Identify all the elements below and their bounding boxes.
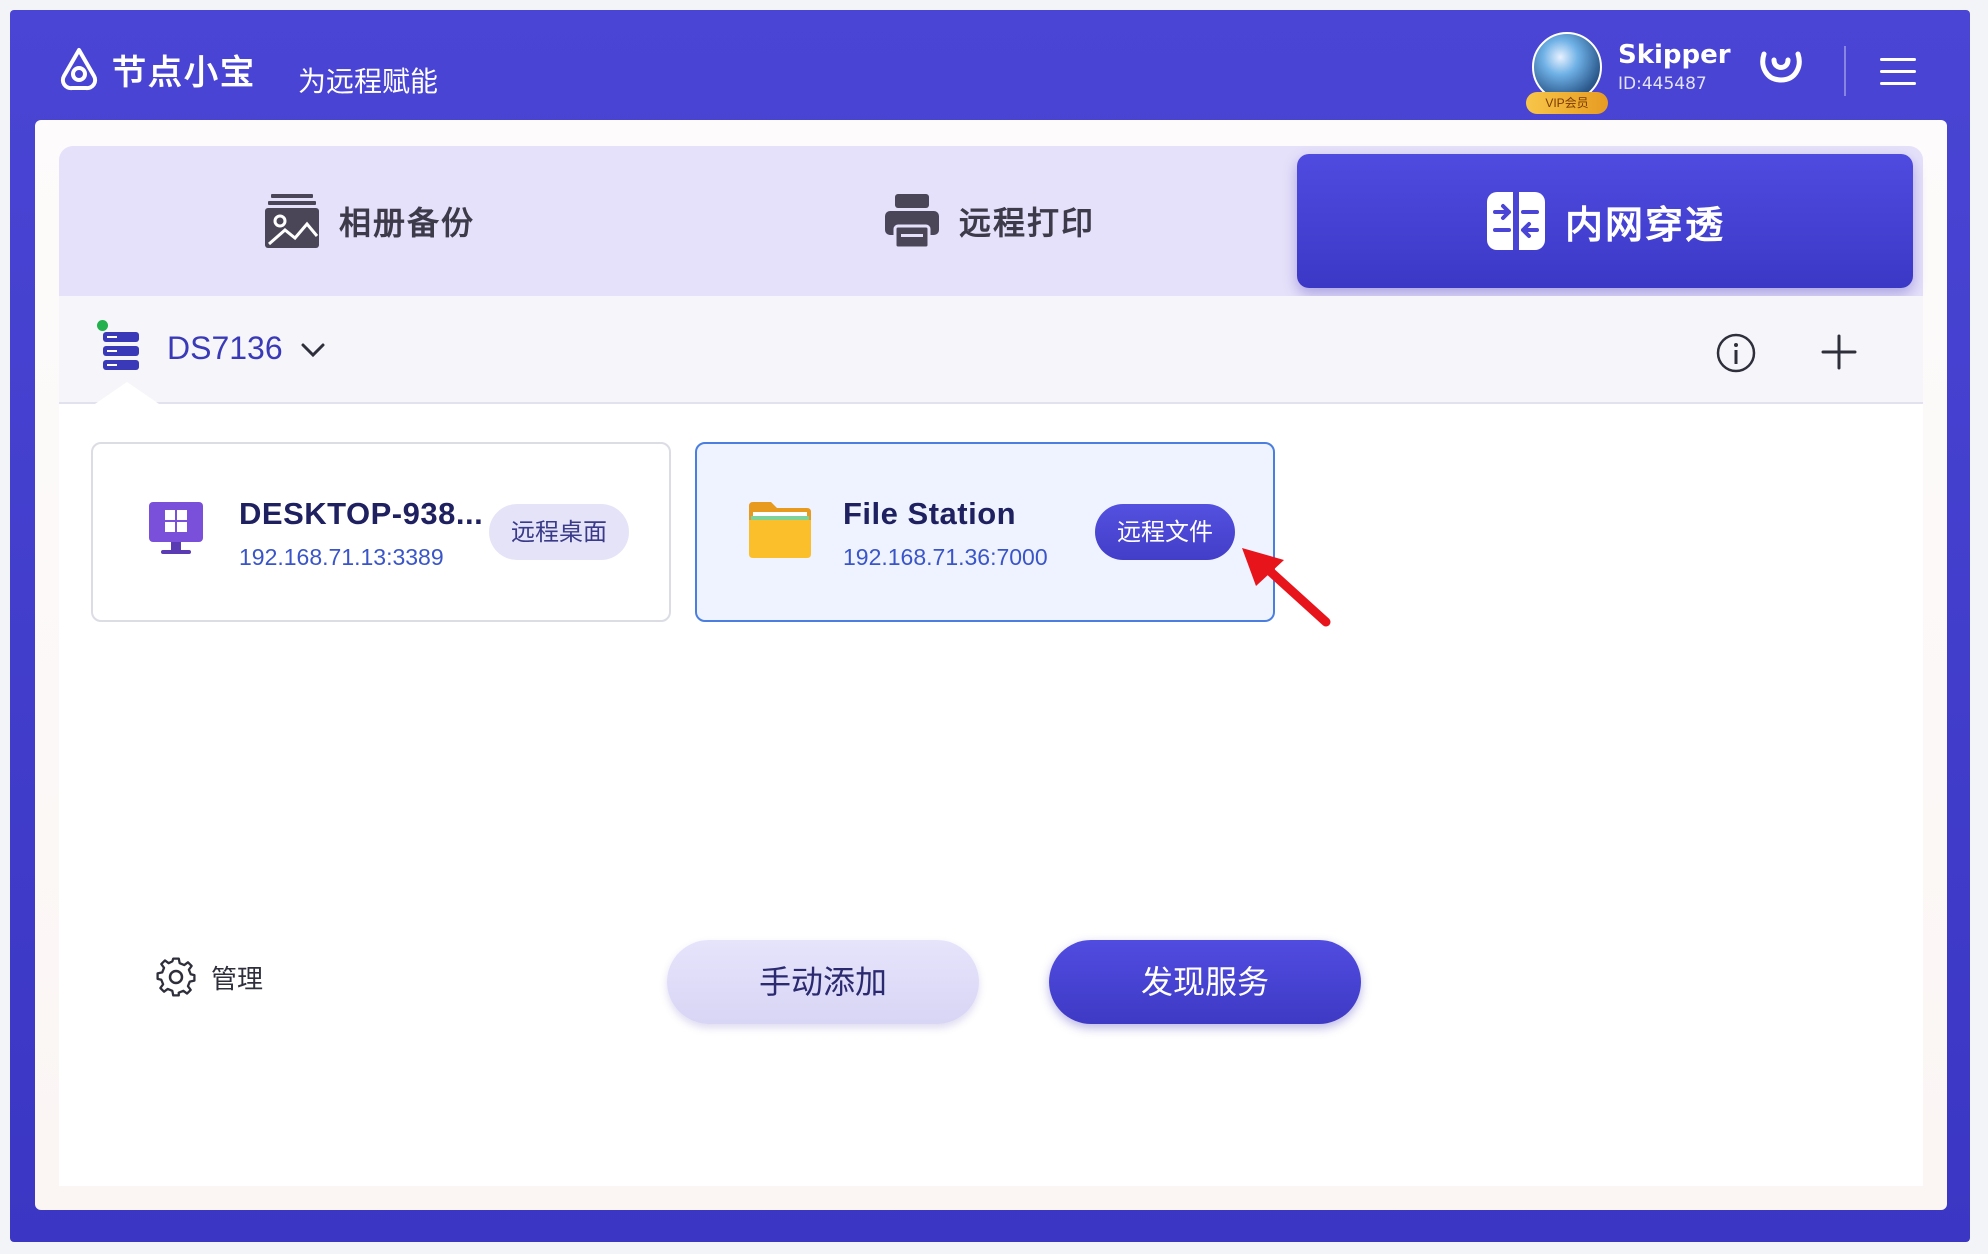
app-logo: 节点小宝 bbox=[54, 44, 256, 94]
content-area: DS7136 DESKTOP-938... 192.168.71.13:3389… bbox=[59, 296, 1923, 1186]
user-profile[interactable]: VIP会员 Skipper ID:445487 bbox=[1526, 32, 1731, 114]
app-window: 节点小宝 为远程赋能 VIP会员 Skipper ID:445487 相册备份 … bbox=[10, 10, 1970, 1242]
online-status-dot bbox=[97, 320, 108, 331]
photo-album-icon bbox=[264, 194, 319, 248]
tab-remote-print[interactable]: 远程打印 bbox=[679, 146, 1299, 296]
user-info: Skipper ID:445487 bbox=[1618, 40, 1731, 94]
windows-desktop-icon bbox=[149, 502, 203, 554]
discover-services-button[interactable]: 发现服务 bbox=[1049, 940, 1361, 1024]
red-arrow-annotation bbox=[1242, 548, 1331, 627]
service-card-file-station[interactable]: File Station 192.168.71.36:7000 远程文件 bbox=[695, 442, 1275, 622]
title-bar: 节点小宝 为远程赋能 VIP会员 Skipper ID:445487 bbox=[10, 10, 1970, 120]
service-address: 192.168.71.36:7000 bbox=[843, 544, 1048, 570]
logo-icon bbox=[60, 48, 98, 91]
user-name: Skipper bbox=[1618, 40, 1731, 70]
tunnel-icon bbox=[1486, 192, 1545, 250]
gear-icon bbox=[156, 957, 196, 997]
service-card-desktop[interactable]: DESKTOP-938... 192.168.71.13:3389 远程桌面 bbox=[91, 442, 671, 622]
device-bar: DS7136 bbox=[59, 296, 1923, 404]
main-panel: 相册备份 远程打印 内网穿透 DS7136 DESKTOP-938... 192… bbox=[35, 120, 1947, 1210]
tab-label: 内网穿透 bbox=[1564, 202, 1725, 247]
info-icon[interactable] bbox=[1715, 332, 1757, 374]
vip-badge: VIP会员 bbox=[1526, 92, 1608, 114]
tab-photo-backup[interactable]: 相册备份 bbox=[59, 146, 679, 296]
app-name: 节点小宝 bbox=[112, 52, 256, 93]
user-id: ID:445487 bbox=[1618, 74, 1707, 94]
add-icon[interactable] bbox=[1819, 332, 1859, 372]
printer-icon bbox=[884, 194, 939, 250]
manage-label: 管理 bbox=[211, 964, 264, 995]
selector-notch bbox=[95, 382, 159, 404]
tab-intranet-penetration[interactable]: 内网穿透 bbox=[1297, 154, 1913, 288]
remote-file-button[interactable]: 远程文件 bbox=[1095, 504, 1235, 560]
avatar[interactable]: VIP会员 bbox=[1526, 32, 1608, 114]
app-slogan: 为远程赋能 bbox=[298, 65, 439, 98]
manage-button[interactable]: 管理 bbox=[155, 956, 263, 998]
remote-desktop-button[interactable]: 远程桌面 bbox=[489, 504, 629, 560]
tab-bar: 相册备份 远程打印 内网穿透 bbox=[59, 146, 1923, 296]
divider bbox=[1844, 46, 1846, 96]
tab-label: 远程打印 bbox=[958, 204, 1095, 242]
folder-icon bbox=[749, 502, 811, 558]
device-name[interactable]: DS7136 bbox=[167, 330, 283, 367]
service-title: DESKTOP-938... bbox=[239, 496, 484, 531]
menu-icon[interactable] bbox=[1880, 58, 1916, 86]
service-address: 192.168.71.13:3389 bbox=[239, 544, 444, 570]
manual-add-button[interactable]: 手动添加 bbox=[667, 940, 979, 1024]
chevron-down-icon[interactable] bbox=[299, 336, 327, 364]
service-title: File Station bbox=[843, 496, 1017, 531]
tab-label: 相册备份 bbox=[338, 204, 475, 242]
brand-icon[interactable] bbox=[1758, 46, 1804, 86]
